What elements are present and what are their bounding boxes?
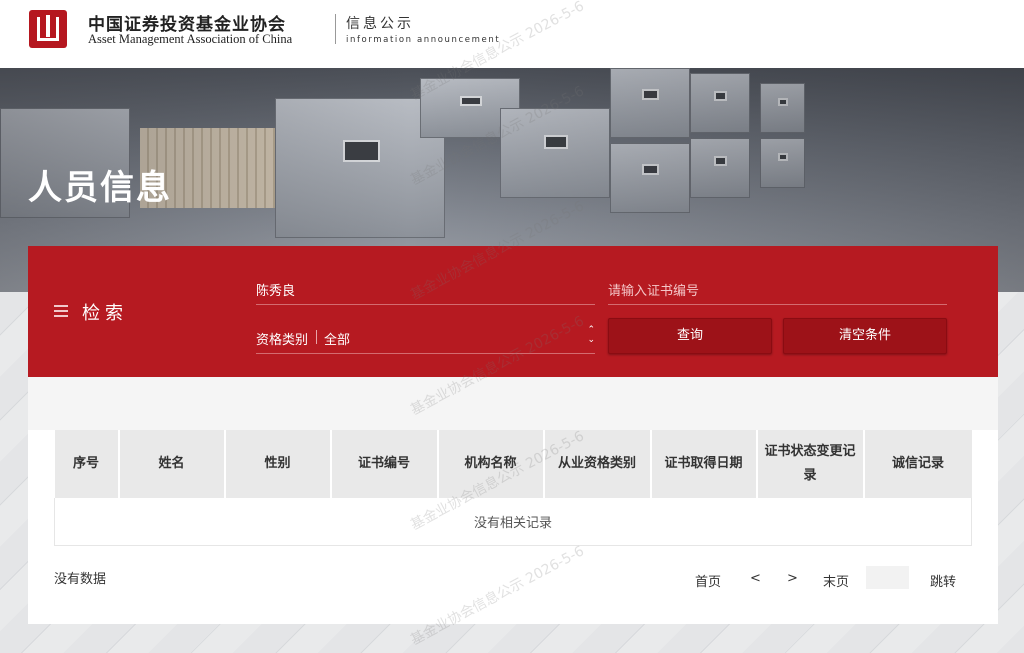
filter-icon [54, 305, 68, 317]
qualification-value[interactable]: 全部 [324, 329, 350, 348]
column-header: 证书状态变更记录 [756, 430, 865, 498]
table-header-row: 序号 姓名 性别 证书编号 机构名称 从业资格类别 证书取得日期 证书状态变更记… [54, 430, 972, 498]
column-header: 序号 [54, 430, 120, 498]
no-data-text: 没有数据 [54, 572, 107, 587]
next-page-link[interactable]: > [787, 571, 798, 586]
org-name-en: Asset Management Association of China [88, 32, 293, 46]
column-header: 性别 [224, 430, 332, 498]
column-header: 证书编号 [330, 430, 439, 498]
cert-number-placeholder[interactable]: 请输入证书编号 [608, 280, 699, 299]
column-header: 姓名 [118, 430, 226, 498]
qualification-separator [316, 330, 317, 344]
name-field-value[interactable]: 陈秀良 [256, 280, 295, 299]
last-page-link[interactable]: 末页 [823, 571, 849, 590]
qualification-select[interactable]: 资格类别 全部 ⌃ ⌄ [256, 320, 595, 354]
first-page-link[interactable]: 首页 [695, 571, 721, 590]
name-field[interactable]: 陈秀良 [256, 271, 595, 305]
clear-button[interactable]: 清空条件 [783, 318, 947, 354]
section-title-en: information announcement [346, 35, 501, 45]
section-title-cn: 信息公示 [346, 16, 414, 32]
empty-message: 没有相关记录 [54, 498, 972, 546]
column-header: 机构名称 [437, 430, 545, 498]
results-panel: 序号 姓名 性别 证书编号 机构名称 从业资格类别 证书取得日期 证书状态变更记… [28, 377, 998, 624]
search-panel: 检索 陈秀良 请输入证书编号 资格类别 全部 ⌃ ⌄ 查询 清空条件 [28, 246, 998, 377]
search-label: 检索 [82, 303, 128, 324]
prev-page-link[interactable]: < [750, 571, 761, 586]
page-jump-input[interactable] [866, 566, 909, 589]
results-table: 序号 姓名 性别 证书编号 机构名称 从业资格类别 证书取得日期 证书状态变更记… [54, 430, 972, 546]
jump-button[interactable]: 跳转 [930, 571, 956, 590]
header-divider [335, 14, 336, 44]
column-header: 诚信记录 [863, 430, 972, 498]
column-header: 从业资格类别 [543, 430, 652, 498]
table-row: 没有相关记录 [54, 498, 972, 546]
select-arrows-icon[interactable]: ⌃ ⌄ [587, 325, 595, 345]
page-title: 人员信息 [28, 168, 172, 208]
query-button[interactable]: 查询 [608, 318, 772, 354]
site-header: 中国证券投资基金业协会 Asset Management Association… [0, 0, 1024, 68]
column-header: 证书取得日期 [650, 430, 758, 498]
results-top-band [28, 377, 998, 430]
qualification-label: 资格类别 [256, 333, 309, 348]
amac-logo-icon[interactable] [29, 10, 67, 48]
cert-number-field[interactable]: 请输入证书编号 [608, 271, 947, 305]
